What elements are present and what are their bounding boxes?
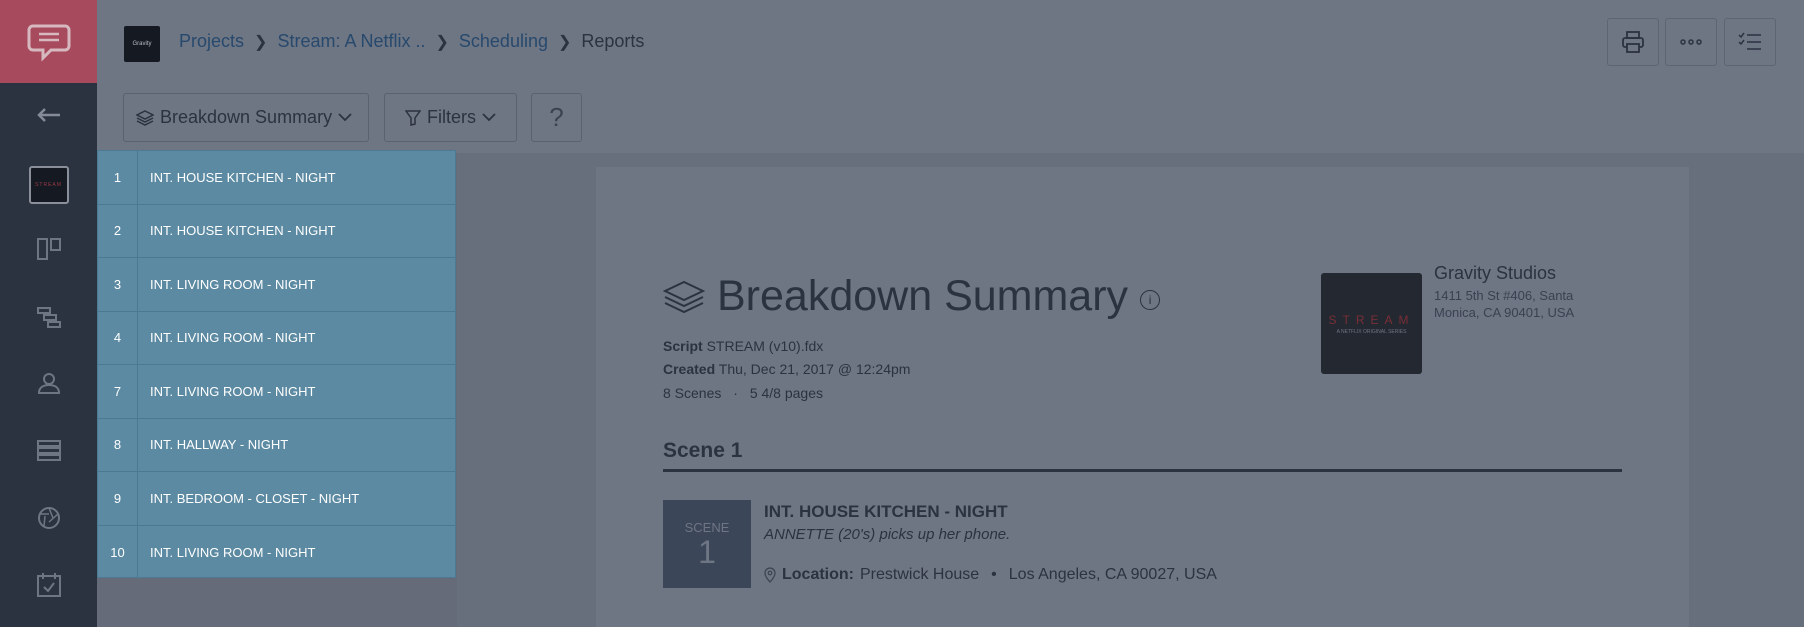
script-value: STREAM (v10).fdx <box>706 338 824 354</box>
calendar-icon[interactable] <box>0 560 97 610</box>
top-bar: Gravity Projects ❯ Stream: A Netflix .. … <box>97 0 1804 83</box>
scene-location: Location: Prestwick House • Los Angeles,… <box>764 566 1217 584</box>
breadcrumb-project[interactable]: Stream: A Netflix .. <box>277 31 425 52</box>
scene-list-name: INT. LIVING ROOM - NIGHT <box>150 544 316 560</box>
scene-list-item[interactable]: 4 INT. LIVING ROOM - NIGHT <box>98 311 455 365</box>
chevron-down-icon <box>338 113 352 122</box>
report-type-select[interactable]: Breakdown Summary <box>123 93 369 142</box>
scene-list-name: INT. BEDROOM - CLOSET - NIGHT <box>150 490 360 506</box>
left-rail: STREAM <box>0 0 97 627</box>
info-icon[interactable]: i <box>1140 289 1161 310</box>
report-type-label: Breakdown Summary <box>160 107 333 127</box>
map-pin-icon <box>764 567 776 583</box>
scenes-count: 8 Scenes <box>663 385 722 401</box>
pages-count: 5 4/8 pages <box>749 385 823 401</box>
location-address: Los Angeles, CA 90027, USA <box>1008 566 1217 583</box>
scene-list-item[interactable]: 2 INT. HOUSE KITCHEN - NIGHT <box>98 204 455 258</box>
dot-separator: • <box>991 566 997 583</box>
aperture-icon[interactable] <box>0 493 97 543</box>
scene-list-name: INT. HALLWAY - NIGHT <box>150 437 289 453</box>
layers-icon <box>136 109 154 126</box>
scene-list-dropdown: 1 INT. HOUSE KITCHEN - NIGHT 2 INT. HOUSE K… <box>97 150 456 579</box>
script-meta: Script STREAM (v10).fdx <box>663 338 823 354</box>
chat-logo-icon[interactable] <box>0 0 97 83</box>
more-options-button[interactable] <box>1665 18 1717 66</box>
created-value: Thu, Dec 21, 2017 @ 12:24pm <box>718 361 911 377</box>
project-logo[interactable]: Gravity <box>124 26 160 62</box>
scene-list-number: 1 <box>98 151 138 204</box>
print-button[interactable] <box>1607 18 1659 66</box>
scene-number-box: SCENE 1 <box>663 500 751 588</box>
printer-icon <box>1622 31 1644 53</box>
studio-poster: STREAM A NETFLIX ORIGINAL SERIES <box>1321 273 1422 374</box>
scene-list-number: 10 <box>98 525 138 579</box>
scene-list-item[interactable]: 7 INT. LIVING ROOM - NIGHT <box>98 365 455 419</box>
breadcrumb-projects[interactable]: Projects <box>179 31 244 52</box>
report-toolbar: Breakdown Summary Filters ? <box>97 83 1804 153</box>
report-title-text: Breakdown Summary <box>717 272 1129 320</box>
list-icon[interactable] <box>0 425 97 475</box>
layers-icon <box>663 280 705 313</box>
scene-box-number: 1 <box>698 533 716 570</box>
scene-list-item[interactable]: 10 INT. LIVING ROOM - NIGHT <box>98 525 455 579</box>
scene-list-number: 8 <box>98 418 138 471</box>
location-label: Location: <box>782 566 854 583</box>
checklist-icon <box>1738 32 1761 50</box>
poster-title: STREAM <box>1328 312 1415 327</box>
back-arrow-icon[interactable] <box>0 90 97 140</box>
checklist-button[interactable] <box>1724 18 1776 66</box>
ellipsis-icon <box>1680 39 1702 45</box>
studio-address: 1411 5th St #406, Santa Monica, CA 90401… <box>1434 288 1575 320</box>
scene-list-number: 9 <box>98 472 138 525</box>
poster-subtitle: A NETFLIX ORIGINAL SERIES <box>1336 328 1407 335</box>
created-label: Created <box>663 361 716 377</box>
scene-list-number: 2 <box>98 204 138 257</box>
created-meta: Created Thu, Dec 21, 2017 @ 12:24pm <box>663 361 910 377</box>
counts-meta: 8 Scenes · 5 4/8 pages <box>663 385 823 401</box>
scene-list-name: INT. LIVING ROOM - NIGHT <box>150 276 316 292</box>
scene-list-name: INT. HOUSE KITCHEN - NIGHT <box>150 223 336 239</box>
breadcrumb-scheduling[interactable]: Scheduling <box>459 31 548 52</box>
scene-box-label: SCENE <box>684 519 730 535</box>
scene-list-name: INT. HOUSE KITCHEN - NIGHT <box>150 169 336 185</box>
project-thumbnail-image: STREAM <box>28 166 69 204</box>
dot-separator: · <box>733 385 738 401</box>
chevron-right-icon: ❯ <box>254 33 268 51</box>
filter-icon <box>405 109 421 126</box>
filters-button[interactable]: Filters <box>384 93 517 142</box>
scene-list-item[interactable]: 9 INT. BEDROOM - CLOSET - NIGHT <box>98 472 455 526</box>
report-title: Breakdown Summary i <box>663 272 1161 321</box>
chevron-right-icon: ❯ <box>435 33 449 51</box>
location-name: Prestwick House <box>860 566 980 583</box>
board-icon[interactable] <box>0 224 97 274</box>
breadcrumb-current: Reports <box>581 31 645 51</box>
help-button[interactable]: ? <box>531 93 582 142</box>
scene-list-number: 7 <box>98 365 138 418</box>
contacts-icon[interactable] <box>0 358 97 408</box>
scene-name: INT. HOUSE KITCHEN - NIGHT <box>764 502 1008 521</box>
stripboard-icon[interactable] <box>0 292 97 342</box>
scene-list-name: INT. LIVING ROOM - NIGHT <box>150 330 316 346</box>
scene-divider <box>663 469 1622 472</box>
scene-list-item[interactable]: 1 INT. HOUSE KITCHEN - NIGHT <box>98 151 455 205</box>
filters-label: Filters <box>427 107 476 127</box>
scene-list-item[interactable]: 3 INT. LIVING ROOM - NIGHT <box>98 258 455 312</box>
scene-list-number: 3 <box>98 258 138 311</box>
project-thumbnail[interactable]: STREAM <box>0 160 97 210</box>
breadcrumb: Projects ❯ Stream: A Netflix .. ❯ Schedu… <box>179 31 644 52</box>
scene-heading: Scene 1 <box>663 439 743 462</box>
studio-name: Gravity Studios <box>1434 263 1557 283</box>
scene-list-item[interactable]: 8 INT. HALLWAY - NIGHT <box>98 418 455 472</box>
script-label: Script <box>663 338 703 354</box>
chevron-down-icon <box>482 113 496 122</box>
scene-description: ANNETTE (20's) picks up her phone. <box>764 526 1011 543</box>
chevron-right-icon: ❯ <box>557 33 572 51</box>
scene-list-number: 4 <box>98 311 138 364</box>
scene-list-name: INT. LIVING ROOM - NIGHT <box>150 383 316 399</box>
